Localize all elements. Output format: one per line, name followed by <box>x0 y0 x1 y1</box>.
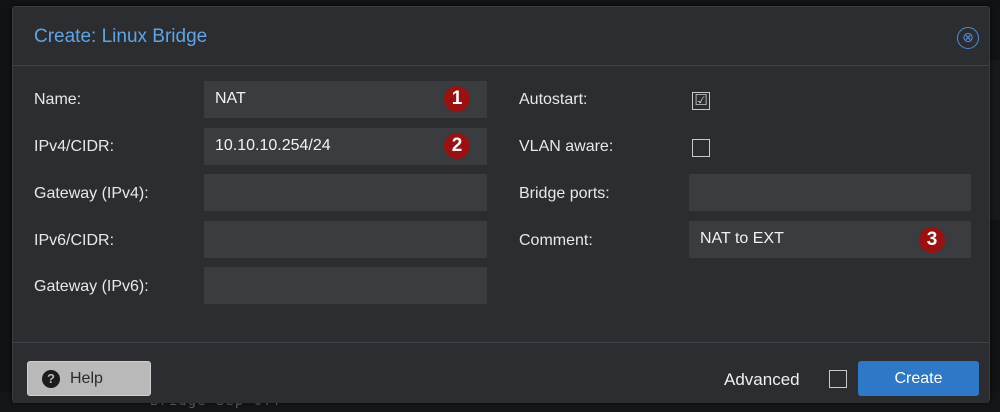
ipv4-cidr-label: IPv4/CIDR: <box>34 138 115 155</box>
help-button-label: Help <box>70 370 103 387</box>
check-icon: ☑ <box>694 92 708 109</box>
question-circle-icon: ? <box>42 370 60 388</box>
ipv6-cidr-field[interactable] <box>204 221 487 258</box>
vlan-aware-label: VLAN aware: <box>519 138 614 155</box>
dialog-title: Create: Linux Bridge <box>34 26 208 47</box>
name-value: NAT <box>215 90 246 107</box>
annotation-badge-1: 1 <box>444 86 470 112</box>
annotation-badge-3: 3 <box>919 227 945 253</box>
autostart-checkbox[interactable]: ☑ <box>692 92 710 110</box>
create-linux-bridge-dialog: Create: Linux Bridge ⊗ Name: NAT 1 IPv4/… <box>12 6 990 403</box>
close-icon[interactable]: ⊗ <box>957 27 979 49</box>
dialog-footer: ? Help Advanced Create <box>13 342 989 403</box>
gateway-ipv4-label: Gateway (IPv4): <box>34 185 149 202</box>
ipv4-cidr-value: 10.10.10.254/24 <box>215 137 331 154</box>
comment-value: NAT to EXT <box>700 230 784 247</box>
help-button[interactable]: ? Help <box>27 361 151 396</box>
bridge-ports-label: Bridge ports: <box>519 185 610 202</box>
gateway-ipv4-field[interactable] <box>204 174 487 211</box>
gateway-ipv6-label: Gateway (IPv6): <box>34 278 149 295</box>
advanced-label: Advanced <box>724 370 800 389</box>
annotation-badge-2: 2 <box>444 133 470 159</box>
advanced-checkbox[interactable] <box>829 370 847 388</box>
create-button[interactable]: Create <box>858 361 979 396</box>
gateway-ipv6-field[interactable] <box>204 267 487 304</box>
autostart-label: Autostart: <box>519 91 588 108</box>
ipv6-cidr-label: IPv6/CIDR: <box>34 232 115 249</box>
vlan-aware-checkbox[interactable] <box>692 139 710 157</box>
comment-label: Comment: <box>519 232 593 249</box>
name-label: Name: <box>34 91 82 108</box>
bridge-ports-field[interactable] <box>689 174 971 211</box>
dialog-header: Create: Linux Bridge ⊗ <box>13 7 989 66</box>
